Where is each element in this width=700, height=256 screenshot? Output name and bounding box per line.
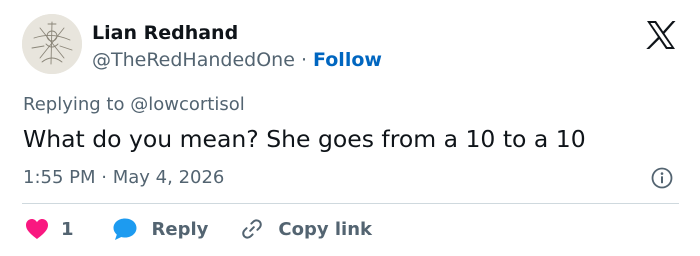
author-avatar[interactable] bbox=[22, 14, 82, 74]
reply-context: Replying to @lowcortisol bbox=[23, 93, 245, 117]
like-button[interactable]: 1 bbox=[25, 218, 74, 240]
reply-to-handle[interactable]: @lowcortisol bbox=[130, 94, 245, 115]
tweet-actions: 1 Reply Copy link bbox=[25, 217, 372, 241]
author-handle[interactable]: @TheRedHandedOne bbox=[92, 49, 295, 71]
follow-button[interactable]: Follow bbox=[313, 49, 382, 71]
reply-prefix: Replying to bbox=[23, 94, 125, 115]
copy-link-label: Copy link bbox=[278, 218, 372, 240]
tweet-time: 1:55 PM bbox=[23, 167, 96, 188]
copy-link-button[interactable]: Copy link bbox=[240, 217, 372, 241]
info-icon[interactable] bbox=[651, 167, 673, 189]
author-display-name[interactable]: Lian Redhand bbox=[92, 21, 238, 45]
like-count: 1 bbox=[61, 218, 74, 240]
timestamp-separator: · bbox=[101, 167, 107, 188]
sketch-avatar-image bbox=[22, 14, 82, 74]
speech-bubble-icon bbox=[113, 218, 137, 240]
author-handle-line: @TheRedHandedOne · Follow bbox=[92, 48, 382, 72]
link-icon bbox=[242, 219, 263, 239]
divider bbox=[22, 203, 679, 204]
heart-icon bbox=[26, 219, 48, 239]
x-logo-icon[interactable] bbox=[645, 20, 677, 50]
tweet-text: What do you mean? She goes from a 10 to … bbox=[23, 125, 586, 153]
tweet-date: May 4, 2026 bbox=[112, 167, 225, 188]
handle-separator: · bbox=[300, 49, 307, 71]
reply-label: Reply bbox=[151, 218, 209, 240]
reply-button[interactable]: Reply bbox=[112, 217, 209, 241]
tweet-timestamp[interactable]: 1:55 PM · May 4, 2026 bbox=[23, 166, 224, 190]
